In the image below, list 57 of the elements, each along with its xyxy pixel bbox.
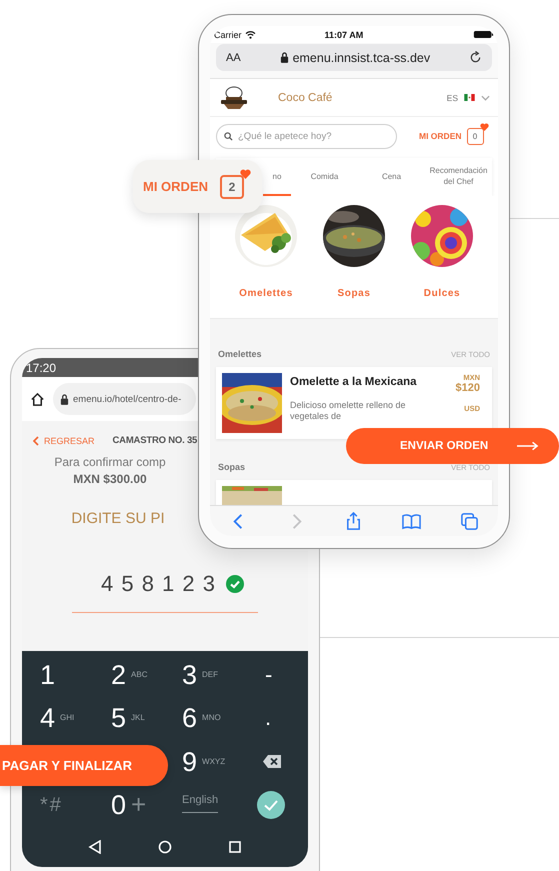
carrier-label: Carrier	[214, 30, 242, 40]
chevron-left-icon	[33, 436, 39, 446]
heart-icon	[240, 169, 251, 179]
lock-icon	[280, 52, 289, 63]
location-title: CAMASTRO NO. 35	[112, 435, 198, 446]
menu-tab[interactable]: Comida	[291, 158, 358, 196]
address-field[interactable]: emenu.io/hotel/centro-de-	[53, 383, 196, 415]
symbol-key[interactable]: -	[253, 660, 272, 690]
category-label[interactable]: Sopas	[337, 288, 370, 299]
dish-name: Omelette a la Mexicana	[290, 376, 418, 388]
clock: 11:07 AM	[324, 30, 364, 40]
recents-square-icon[interactable]	[228, 840, 242, 854]
category-label[interactable]: Omelettes	[239, 288, 293, 299]
amount: MXN $300.00	[72, 472, 148, 486]
confirm-message: Para confirmar comp	[53, 455, 167, 469]
order-summary-card[interactable]: MI ORDEN 2	[133, 160, 262, 213]
book-icon[interactable]	[402, 512, 422, 530]
reload-icon[interactable]	[469, 51, 482, 64]
order-link[interactable]: MI ORDEN	[419, 131, 462, 141]
language-selector[interactable]: ES	[446, 92, 458, 102]
digit-key[interactable]: 1	[40, 660, 56, 690]
symbol-key[interactable]: *#	[40, 790, 63, 820]
section-title: Omelettes	[218, 349, 262, 359]
back-link[interactable]: REGRESAR	[33, 436, 95, 446]
restaurant-name: Coco Café	[278, 92, 334, 104]
arrow-right-icon	[517, 441, 539, 451]
back-triangle-icon[interactable]	[88, 840, 102, 854]
wifi-icon	[244, 30, 256, 38]
section-title: Sopas	[218, 462, 246, 472]
menu-tab[interactable]: Cena	[358, 158, 425, 196]
order-label: MI ORDEN	[143, 179, 208, 194]
category-label[interactable]: Dulces	[424, 288, 460, 299]
clock: 17:20	[26, 360, 56, 374]
heart-icon	[480, 122, 488, 130]
address-bar[interactable]: AA emenu.innsist.tca-ss.dev	[216, 44, 492, 71]
dish-description: Delicioso omelette relleno de vegetales de	[290, 400, 407, 422]
pin-prompt: DIGITE SU PI	[70, 510, 166, 527]
backspace-icon[interactable]	[263, 755, 281, 768]
price: $120	[456, 382, 480, 394]
flag-icon	[464, 94, 475, 101]
digit-key[interactable]: 0 +	[111, 790, 146, 820]
done-icon[interactable]	[257, 791, 285, 820]
search-field[interactable]: ¿Qué le apetece hoy?	[216, 124, 397, 148]
send-order-button[interactable]: ENVIAR ORDEN	[346, 428, 559, 464]
text-size-button[interactable]: AA	[226, 52, 241, 64]
battery-icon	[473, 31, 494, 38]
pin-field[interactable]: 4 5 8 1 2 3	[101, 571, 216, 597]
chef-hat-logo	[220, 86, 248, 110]
lock-icon	[60, 394, 69, 404]
pay-button[interactable]: PAGAR Y FINALIZAR	[0, 745, 168, 786]
home-circle-icon[interactable]	[158, 840, 172, 854]
tabs-icon[interactable]	[460, 512, 479, 530]
search-icon	[224, 132, 233, 140]
home-icon[interactable]	[30, 392, 45, 406]
language-key[interactable]: English	[182, 794, 218, 813]
symbol-key[interactable]: .	[253, 703, 272, 734]
menu-tab[interactable]: Recomendación del Chef	[425, 158, 492, 196]
